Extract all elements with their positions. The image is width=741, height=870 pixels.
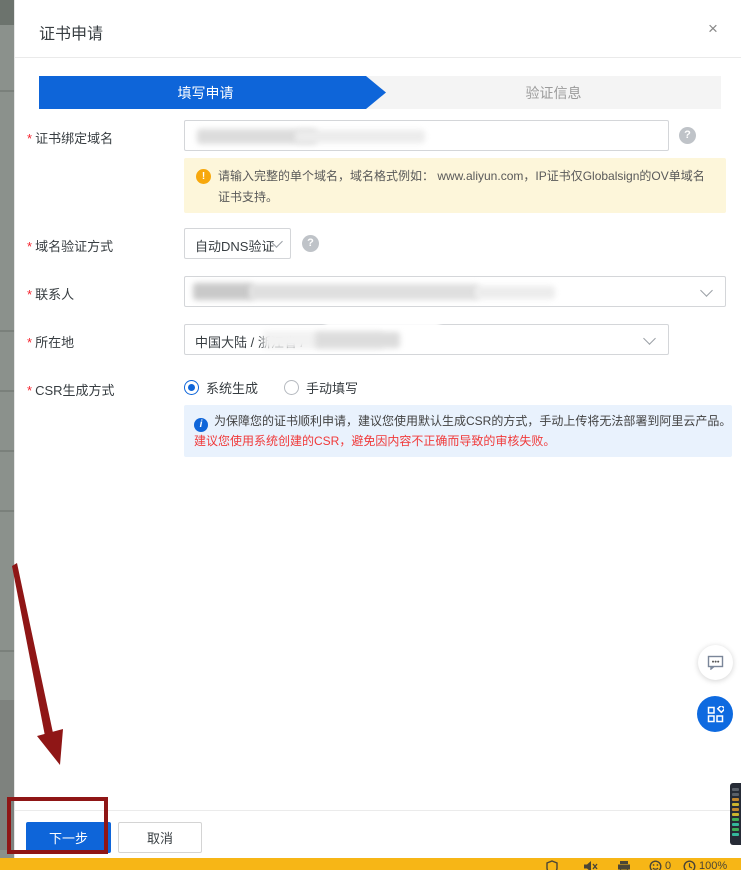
zoom-level: 100% bbox=[699, 860, 727, 870]
edge-toolbar-widget[interactable] bbox=[730, 783, 741, 845]
csr-label-text: CSR生成方式 bbox=[35, 383, 114, 398]
csr-method-label: *CSR生成方式 bbox=[27, 380, 115, 399]
emoji-count-indicator[interactable]: 0 bbox=[649, 860, 671, 870]
required-mark: * bbox=[27, 287, 32, 302]
contact-label: *联系人 bbox=[27, 284, 74, 303]
printer-icon[interactable] bbox=[617, 860, 631, 870]
page-title: 证书申请 bbox=[39, 20, 103, 44]
radio-manual-fill-label[interactable]: 手动填写 bbox=[306, 378, 358, 397]
radio-system-generate[interactable] bbox=[184, 380, 199, 395]
warning-icon: ! bbox=[196, 169, 211, 184]
chevron-down-icon bbox=[643, 332, 656, 345]
required-mark: * bbox=[27, 239, 32, 254]
background-divider bbox=[0, 510, 14, 512]
domain-input[interactable] bbox=[184, 120, 669, 151]
background-divider bbox=[0, 390, 14, 392]
required-mark: * bbox=[27, 335, 32, 350]
background-segment bbox=[0, 700, 14, 850]
background-divider bbox=[0, 650, 14, 652]
contact-select[interactable] bbox=[184, 276, 726, 307]
background-divider bbox=[0, 330, 14, 332]
header-divider bbox=[15, 57, 741, 58]
radio-system-generate-label[interactable]: 系统生成 bbox=[206, 378, 258, 397]
redacted-contact-value bbox=[249, 284, 479, 300]
domain-help-icon[interactable]: ? bbox=[679, 127, 696, 144]
apps-grid-icon bbox=[707, 706, 724, 723]
redacted-contact-value bbox=[475, 286, 555, 299]
csr-notice-line1: i为保障您的证书顺利申请，建议您使用默认生成CSR的方式，手动上传将无法部署到阿… bbox=[194, 412, 722, 432]
step-fill-application: 填写申请 bbox=[39, 76, 386, 109]
contact-label-text: 联系人 bbox=[35, 287, 74, 302]
cancel-button[interactable]: 取消 bbox=[118, 822, 202, 853]
domain-label-text: 证书绑定域名 bbox=[35, 131, 113, 146]
volume-muted-icon[interactable] bbox=[583, 860, 598, 870]
shield-icon[interactable] bbox=[546, 860, 558, 870]
redacted-contact-value bbox=[193, 283, 253, 300]
required-mark: * bbox=[27, 383, 32, 398]
verify-method-label: *域名验证方式 bbox=[27, 236, 113, 255]
chat-bubble-icon bbox=[707, 655, 724, 670]
radio-manual-fill[interactable] bbox=[284, 380, 299, 395]
verify-method-value: 自动DNS验证 bbox=[195, 236, 274, 255]
feedback-button[interactable] bbox=[698, 645, 733, 680]
redacted-location-value bbox=[315, 332, 400, 348]
page-root: { "dialog": { "title": "证书申请", "close_gl… bbox=[0, 0, 741, 870]
location-select[interactable]: 中国大陆 / 浙江省 / bbox=[184, 324, 669, 355]
apps-grid-button[interactable] bbox=[697, 696, 733, 732]
verify-method-select[interactable]: 自动DNS验证 bbox=[184, 228, 291, 259]
emoji-count: 0 bbox=[665, 860, 671, 870]
background-divider bbox=[0, 450, 14, 452]
csr-advice-notice: i 为保障您的证书顺利申请，建议您使用默认生成CSR的方式，手动上传将无法部署到阿… bbox=[184, 405, 732, 457]
step-bar: 填写申请 验证信息 bbox=[39, 76, 721, 109]
certificate-application-dialog: 证书申请 × 填写申请 验证信息 *证书绑定域名 ? ! 请输入完整的单个域名，… bbox=[14, 0, 741, 858]
verify-method-label-text: 域名验证方式 bbox=[35, 239, 113, 254]
required-mark: * bbox=[27, 131, 32, 146]
background-page-strip bbox=[0, 0, 14, 858]
taskbar: 0 100% bbox=[0, 858, 741, 870]
csr-notice-line2: 建议您使用系统创建的CSR，避免因内容不正确而导致的审核失败。 bbox=[194, 432, 722, 451]
location-label-text: 所在地 bbox=[35, 335, 74, 350]
csr-radio-group: 系统生成 手动填写 bbox=[184, 378, 358, 396]
verify-method-help-icon[interactable]: ? bbox=[302, 235, 319, 252]
next-step-button[interactable]: 下一步 bbox=[26, 822, 111, 853]
domain-format-notice: ! 请输入完整的单个域名，域名格式例如： www.aliyun.com，IP证书… bbox=[184, 158, 726, 213]
redaction-smudge bbox=[325, 312, 440, 327]
background-divider bbox=[0, 90, 14, 92]
csr-notice-line1-text: 为保障您的证书顺利申请，建议您使用默认生成CSR的方式，手动上传将无法部署到阿里… bbox=[214, 414, 731, 428]
domain-notice-text: 请输入完整的单个域名，域名格式例如： www.aliyun.com，IP证书仅G… bbox=[218, 166, 714, 208]
zoom-level-indicator[interactable]: 100% bbox=[683, 860, 727, 870]
redacted-domain-value bbox=[295, 130, 425, 143]
info-icon: i bbox=[194, 418, 208, 432]
background-segment bbox=[0, 0, 14, 25]
step-verify-info: 验证信息 bbox=[386, 76, 721, 109]
domain-field-label: *证书绑定域名 bbox=[27, 128, 113, 147]
chevron-down-icon bbox=[700, 284, 713, 297]
footer-divider bbox=[15, 810, 741, 811]
location-label: *所在地 bbox=[27, 332, 74, 351]
close-icon[interactable]: × bbox=[702, 18, 724, 40]
